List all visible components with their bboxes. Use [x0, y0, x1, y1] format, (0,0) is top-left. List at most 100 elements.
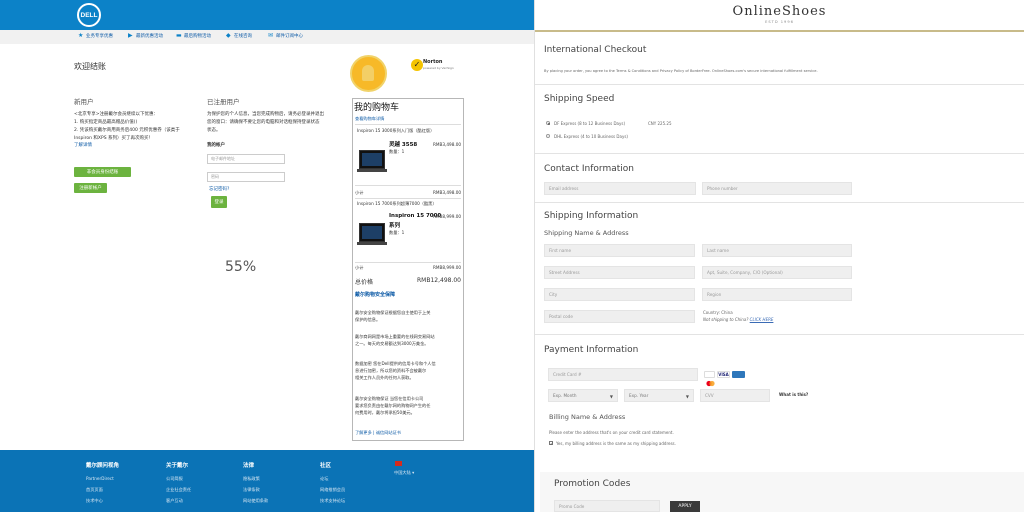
credit-card-field[interactable]: Credit Card #: [548, 368, 698, 381]
exp-year-value: Exp. Year: [629, 393, 649, 398]
dell-logo[interactable]: DELL: [77, 3, 101, 27]
footer-col-title: 社区: [320, 463, 332, 469]
nav-label: 最新优惠活动: [136, 34, 163, 39]
promo-title: Promotion Codes: [554, 479, 631, 489]
subtotal-price: RMB3,498.00: [433, 190, 462, 195]
existing-user-title: 已注册用户: [207, 98, 240, 106]
item1-name[interactable]: 灵越 3558: [389, 140, 417, 148]
guest-checkout-button[interactable]: 非会员身份结账: [74, 167, 131, 177]
billing-note: Please enter the address that's on your …: [549, 430, 674, 435]
item2-qty: 数量：1: [389, 230, 405, 235]
exp-month-select[interactable]: Exp. Month ▼: [548, 389, 618, 402]
footer-col-title: 戴尔顾问视角: [86, 463, 120, 469]
onlineshoes-logo[interactable]: OnlineShoes: [535, 4, 1024, 19]
first-name-field[interactable]: First name: [544, 244, 695, 257]
divider: [355, 262, 461, 263]
footer-link[interactable]: 客户互动: [166, 498, 183, 504]
ship-option-radio[interactable]: [546, 134, 550, 138]
footer-link[interactable]: 论坛: [320, 476, 328, 482]
cvv-field[interactable]: CVV: [700, 389, 770, 402]
cart-details-link[interactable]: 查看购物车详情: [355, 116, 384, 122]
city-field[interactable]: City: [544, 288, 695, 301]
existing-line: 状态。: [207, 128, 221, 133]
same-address-checkbox[interactable]: ✓: [549, 441, 553, 446]
register-button[interactable]: 注册新帐户: [74, 183, 107, 193]
footer-link[interactable]: PartnerDirect: [86, 476, 114, 481]
payment-title: Payment Information: [544, 345, 639, 355]
ship-option-label: DHL Express (4 to 10 Business Days): [554, 134, 628, 139]
terms-text: By placing your order, you agree to the …: [544, 69, 818, 73]
divider: [355, 185, 461, 186]
guarantee-title[interactable]: 戴尔购物安全保障: [355, 291, 395, 298]
apt-field[interactable]: Apt, Suite, Company, C/O (Optional): [702, 266, 852, 279]
password-input[interactable]: 密码: [207, 172, 285, 182]
forgot-password-link[interactable]: 忘记密码?: [209, 186, 229, 192]
total-price: RMB12,498.00: [417, 277, 461, 284]
apply-button[interactable]: APPLY: [670, 501, 700, 512]
item1-price: RMB3,498.00: [433, 142, 462, 147]
footer-link[interactable]: 技术支持论坛: [320, 498, 345, 504]
what-is-this-link[interactable]: What is this?: [779, 392, 808, 397]
footer-link[interactable]: 企业社会责任: [166, 487, 191, 493]
loading-percent: 55%: [225, 259, 257, 275]
divider: [355, 198, 461, 199]
divider: [535, 202, 1024, 203]
shipping-name-title: Shipping Name & Address: [544, 229, 629, 237]
phone-field[interactable]: Phone number: [702, 182, 852, 195]
billing-title: Billing Name & Address: [549, 413, 626, 421]
footer-link[interactable]: 法律条款: [243, 487, 260, 493]
email-field[interactable]: Email address: [544, 182, 696, 195]
china-flag-icon: [395, 461, 402, 466]
page-title: 欢迎结账: [74, 62, 106, 71]
email-input[interactable]: 电子邮件地址: [207, 154, 285, 164]
footer-link[interactable]: 技术中心: [86, 498, 103, 504]
header-rule: [535, 30, 1024, 32]
click-here-link[interactable]: CLICK HERE: [750, 317, 774, 322]
postal-field[interactable]: Postal code: [544, 310, 695, 323]
footer-link[interactable]: 网站使用条款: [243, 498, 268, 504]
mastercard-icon: [704, 371, 715, 387]
logo-tagline: ESTD 1996: [765, 20, 794, 24]
divider: [535, 334, 1024, 335]
promo-code-field[interactable]: Promo Code: [554, 500, 660, 512]
footer-link[interactable]: 首页页面: [86, 487, 103, 493]
details-link[interactable]: 了解详情: [74, 142, 92, 148]
region-field[interactable]: Region: [702, 288, 852, 301]
nav-item-business[interactable]: ★ 业务专享优惠: [78, 33, 113, 40]
onlineshoes-checkout-pane: OnlineShoes ESTD 1996 International Chec…: [535, 0, 1024, 512]
ship-option-price: CNY 225.25: [648, 121, 672, 126]
login-button[interactable]: 登录: [211, 196, 227, 208]
guarantee-line: 之一。每天的交易额达到3000万美金。: [355, 341, 429, 346]
cart-icon: ▬: [176, 32, 182, 39]
item1-qty: 数量：1: [389, 149, 405, 154]
last-name-field[interactable]: Last name: [702, 244, 852, 257]
footer-col-title: 法律: [243, 463, 255, 469]
norton-sub: powered by VeriSign: [423, 66, 454, 70]
guarantee-line: 戴尔商网网是市场上重要的在线网交易网站: [355, 334, 435, 339]
megaphone-icon: ▶: [128, 32, 133, 39]
footer-link[interactable]: 公司简报: [166, 476, 183, 482]
region-label: 中国大陆: [394, 470, 411, 475]
learn-more-link[interactable]: 了解更多 | 诚信网站证书: [355, 430, 401, 436]
nav-item-chat[interactable]: ◆ 在线咨询: [226, 32, 252, 40]
nav-item-subscribe[interactable]: ✉ 邮件订阅中心: [268, 33, 303, 40]
street-field[interactable]: Street Address: [544, 266, 695, 279]
guarantee-line: 戴尔安全购物保证根据您自主使用于上关: [355, 310, 431, 315]
shipping-info-title: Shipping Information: [544, 211, 639, 221]
region-selector[interactable]: 中国大陆 ▾: [394, 470, 414, 476]
laptop-image: [357, 150, 387, 174]
footer-link[interactable]: 隐私政策: [243, 476, 260, 482]
ship-option-radio[interactable]: [546, 121, 550, 125]
item2-name-2: 系列: [389, 223, 401, 229]
chat-icon: ◆: [226, 32, 231, 39]
divider: [535, 84, 1024, 85]
nav-item-recent[interactable]: ▬ 最后购物活动: [176, 32, 211, 40]
amex-icon: [732, 371, 745, 378]
nav-label: 在线咨询: [234, 34, 252, 39]
nav-item-offers[interactable]: ▶ 最新优惠活动: [128, 32, 163, 40]
not-shipping-label: Not shipping to China?: [703, 317, 749, 322]
exp-year-select[interactable]: Exp. Year ▼: [624, 389, 694, 402]
same-address-label: Yes, my billing address is the same as m…: [556, 441, 676, 446]
norton-badge[interactable]: ✓ Norton powered by VeriSign: [409, 58, 454, 80]
footer-link[interactable]: 网络推销会员: [320, 487, 345, 493]
